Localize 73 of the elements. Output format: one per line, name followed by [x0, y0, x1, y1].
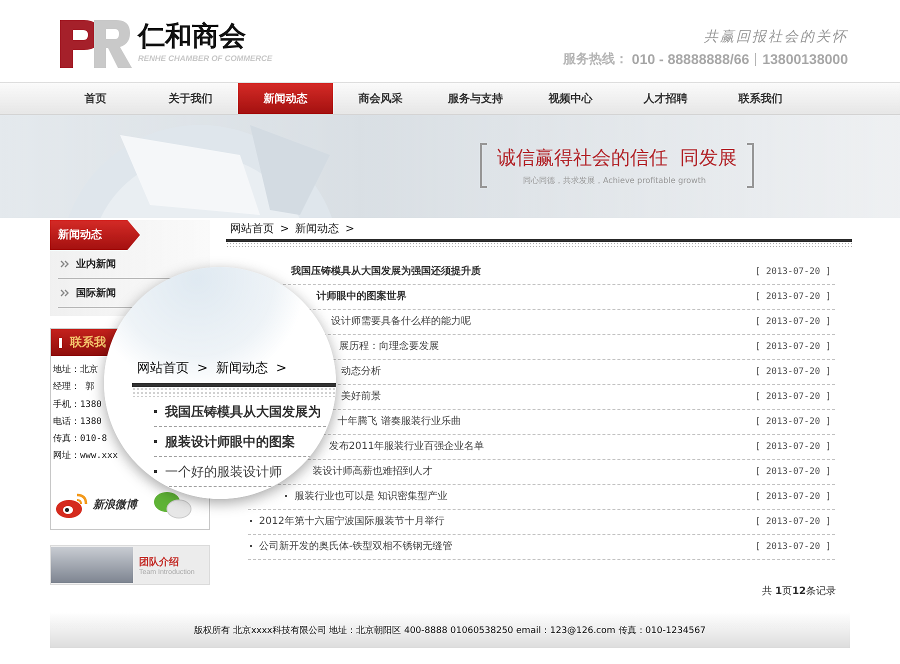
- news-date: [ 2013-07-20 ]: [755, 441, 832, 454]
- weibo-label[interactable]: 新浪微博: [93, 497, 137, 512]
- contact-title: 联系我: [70, 334, 106, 351]
- news-title[interactable]: 美好前景: [340, 391, 381, 402]
- news-title[interactable]: 发布2011年服装行业百强企业名单: [328, 441, 484, 452]
- contact-line: 传真：010-8: [53, 432, 108, 446]
- nav-item[interactable]: 首页: [48, 83, 143, 114]
- nav-item[interactable]: 人才招聘: [618, 83, 713, 114]
- double-chevron-icon: [60, 260, 69, 268]
- sidebar-item[interactable]: 业内新闻: [58, 257, 116, 271]
- contact-line: 手机：1380: [53, 398, 102, 412]
- magnified-breadcrumb-separator: >: [276, 360, 287, 376]
- bracket-decoration: [480, 143, 487, 188]
- slogan: 共赢回报社会的关怀: [704, 28, 848, 46]
- logo-drawing: [60, 20, 132, 68]
- news-date: [ 2013-07-20 ]: [755, 291, 832, 304]
- news-title[interactable]: 设计师需要具备什么样的能力呢: [331, 316, 472, 328]
- breadcrumb-separator: >: [280, 222, 290, 236]
- news-date: [ 2013-07-20 ]: [755, 491, 832, 504]
- news-date: [ 2013-07-20 ]: [755, 516, 832, 530]
- news-date: [ 2013-07-20 ]: [755, 366, 832, 380]
- bullet-icon: [154, 410, 157, 413]
- pagination-info: 共 1页12条记录: [762, 584, 836, 598]
- double-chevron-icon: [60, 289, 69, 297]
- news-date: [ 2013-07-20 ]: [755, 541, 832, 554]
- sidebar-item[interactable]: 国际新闻: [58, 286, 116, 300]
- news-title[interactable]: 2012年第十六届宁波国际服装节十月举行: [259, 516, 444, 528]
- breadcrumb-link[interactable]: 网站首页: [230, 221, 274, 236]
- news-title[interactable]: 动态分析: [341, 366, 381, 378]
- news-date: [ 2013-07-20 ]: [755, 466, 832, 480]
- magnified-news-title: 服装设计师眼中的图案: [165, 434, 295, 450]
- news-title[interactable]: 十年腾飞 谱奏服装行业乐曲: [338, 416, 461, 428]
- hotline-phone: 010 - 88888888/66: [632, 51, 750, 67]
- banner-tagline: 同心同德，共求发展，Achieve profitable growth: [522, 175, 707, 186]
- nav-item[interactable]: 联系我们: [713, 83, 808, 114]
- hotline-label: 服务热线：: [562, 51, 628, 68]
- news-title[interactable]: 服装行业也可以是 知识密集型产业: [294, 491, 448, 502]
- nav-item[interactable]: 商会风采: [333, 83, 428, 114]
- contact-line: 地址：北京: [53, 364, 98, 377]
- banner-headline: 诚信赢得社会的信任: [497, 146, 668, 171]
- breadcrumb-link[interactable]: 新闻动态: [295, 221, 340, 236]
- magnified-news-title: 一个好的服装设计师: [165, 464, 282, 480]
- contact-line: 经理： 郭: [53, 380, 94, 394]
- chat-bubble-icon[interactable]: [153, 490, 193, 520]
- bracket-decoration: [747, 143, 754, 188]
- team-title: 团队介绍: [139, 556, 180, 568]
- news-title[interactable]: 公司新开发的奥氏体-铁型双相不锈钢无缝管: [259, 541, 453, 552]
- banner-headline-end: 同发展: [680, 146, 737, 171]
- logo-title: 仁和商会: [138, 20, 247, 54]
- bullet-icon: [154, 470, 157, 473]
- nav-item[interactable]: 新闻动态: [238, 83, 333, 114]
- breadcrumb-separator: >: [345, 222, 354, 236]
- bullet-icon: [154, 440, 157, 443]
- magnified-news-title: 我国压铸模具从大国发展为: [165, 404, 321, 420]
- news-date: [ 2013-07-20 ]: [755, 416, 832, 430]
- news-title[interactable]: 我国压铸模具从大国发展为强国还须提升质: [290, 266, 481, 278]
- news-date: [ 2013-07-20 ]: [755, 266, 832, 280]
- marker-icon: [59, 338, 62, 348]
- contact-line: 网址：www.xxx: [53, 450, 118, 464]
- nav-item[interactable]: 视频中心: [523, 83, 618, 114]
- news-title[interactable]: 展历程：向理念要发展: [338, 341, 439, 352]
- hotline-mobile: 13800138000: [762, 51, 848, 67]
- news-title[interactable]: 计师眼中的图案世界: [316, 291, 406, 302]
- news-date: [ 2013-07-20 ]: [755, 391, 832, 404]
- magnified-breadcrumb-separator: >: [197, 360, 208, 376]
- contact-line: 电话：1380: [53, 416, 102, 429]
- news-date: [ 2013-07-20 ]: [755, 341, 832, 354]
- nav-item[interactable]: 关于我们: [143, 83, 238, 114]
- news-title[interactable]: 装设计师高薪也难招到人才: [312, 466, 432, 478]
- footer-text: 版权所有 北京xxxx科技有限公司 地址：北京朝阳区 400-8888 01060538250 email：123@126.com 传真：010-1234567: [194, 624, 706, 636]
- news-date: [ 2013-07-20 ]: [755, 316, 832, 330]
- section-header: 新闻动态: [50, 220, 140, 250]
- nav-item[interactable]: 服务与支持: [428, 83, 523, 114]
